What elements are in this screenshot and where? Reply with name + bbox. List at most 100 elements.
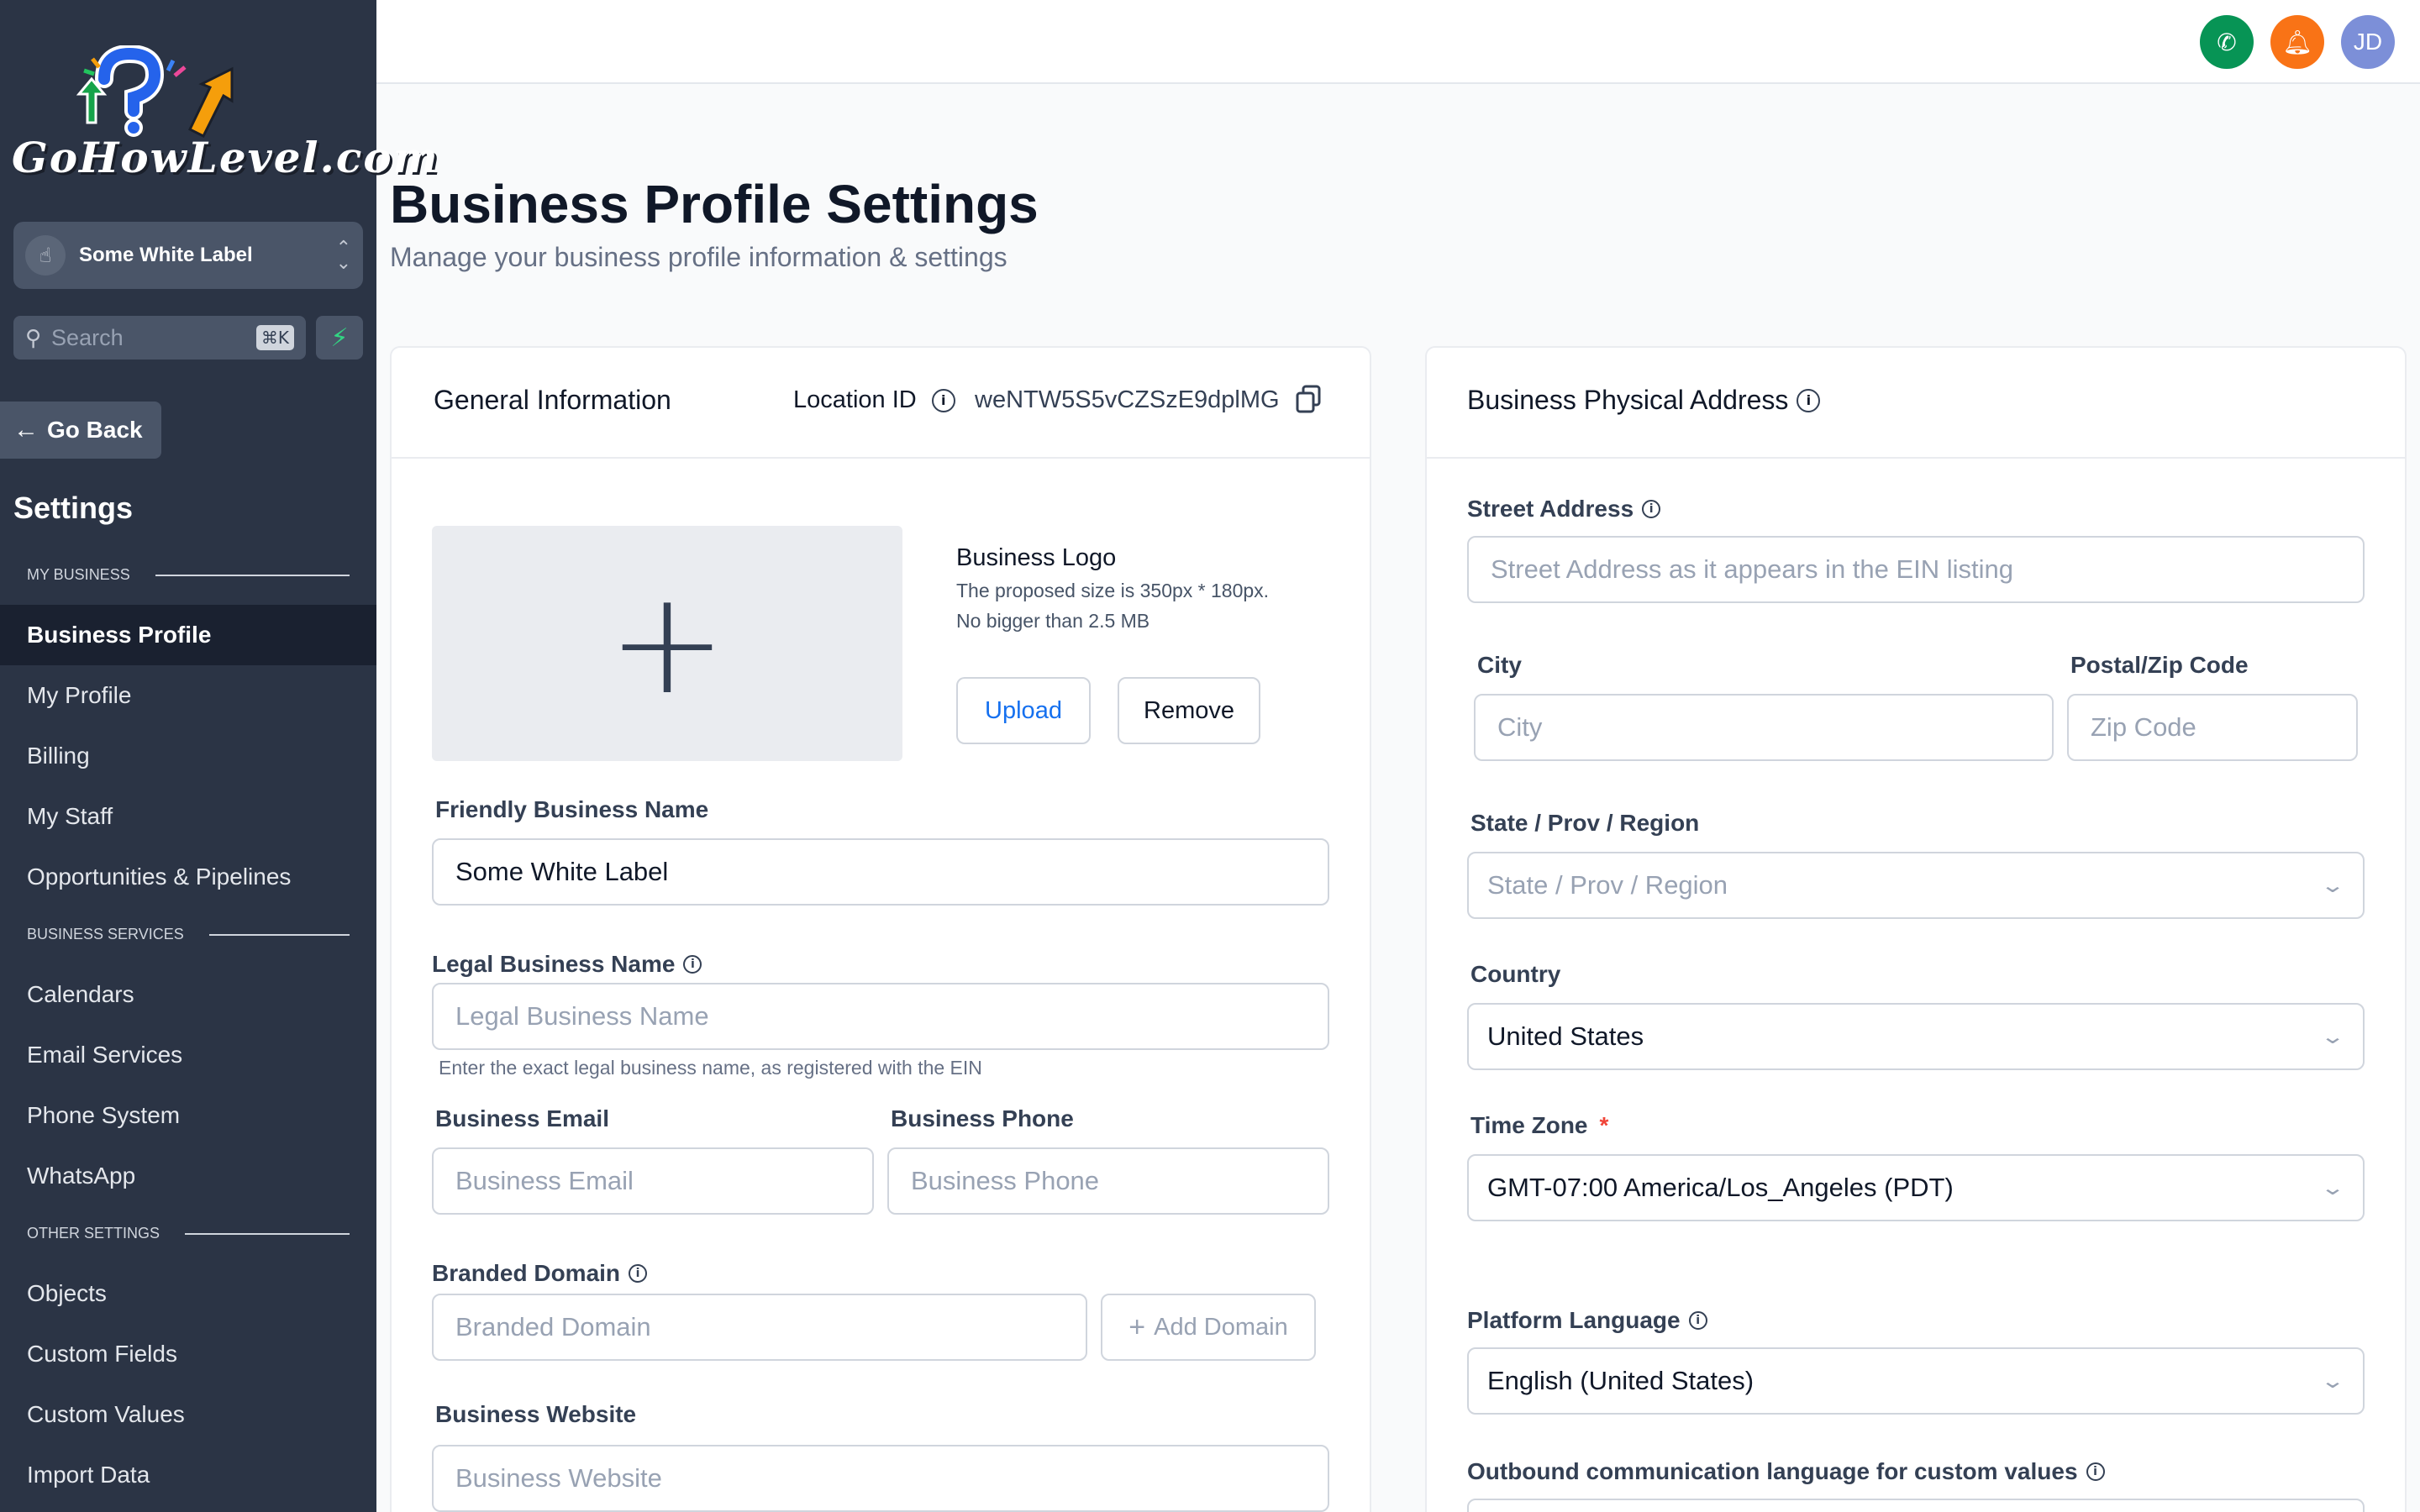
city-input[interactable]: City: [1474, 694, 2054, 761]
business-address-title: Business Physical Address i: [1467, 385, 1821, 416]
logo-text: GoHowLevel.com: [12, 133, 439, 182]
country-select[interactable]: United States ⌄: [1467, 1003, 2365, 1070]
zip-code-label: Postal/Zip Code: [2070, 652, 2249, 678]
location-id-label: Location ID i: [793, 386, 955, 414]
info-icon: i: [683, 955, 702, 974]
sidebar-item-custom-fields[interactable]: Custom Fields: [0, 1324, 376, 1384]
chevron-down-icon: ⌄: [2319, 1370, 2346, 1393]
section-heading-business-services: BUSINESS SERVICES: [27, 926, 350, 943]
location-id-value: weNTW5S5vCZSzE9dplMG: [975, 386, 1280, 413]
required-marker: *: [1599, 1112, 1609, 1138]
business-phone-input[interactable]: Business Phone: [887, 1147, 1329, 1215]
card-header: Business Physical Address i: [1427, 348, 2405, 459]
page-title: Business Profile Settings: [390, 174, 1039, 234]
logo-upload-area[interactable]: +: [432, 526, 902, 761]
quick-actions-button[interactable]: ⚡: [316, 316, 363, 360]
go-back-button[interactable]: ← Go Back: [0, 402, 161, 459]
logo-size-hint: The proposed size is 350px * 180px.: [956, 580, 1270, 601]
go-back-label: Go Back: [47, 417, 143, 443]
sidebar-item-calendars[interactable]: Calendars: [0, 964, 376, 1025]
info-icon: i: [1642, 500, 1661, 518]
info-icon: i: [1797, 388, 1821, 412]
country-select-value: United States: [1487, 1021, 1644, 1051]
notifications-button[interactable]: 🔔︎: [2270, 15, 2324, 69]
section-heading-other-settings: OTHER SETTINGS: [27, 1225, 350, 1242]
platform-language-select[interactable]: English (United States) ⌄: [1467, 1347, 2365, 1415]
arrow-left-icon: ←: [13, 416, 39, 444]
chevron-up-down-icon: ⌃ ⌄: [335, 237, 351, 273]
sidebar-item-business-profile[interactable]: Business Profile: [0, 605, 376, 665]
general-information-title: General Information: [434, 385, 671, 415]
business-logo-label: Business Logo: [956, 544, 1117, 571]
country-label: Country: [1470, 961, 1561, 987]
avatar[interactable]: JD: [2341, 15, 2395, 69]
phone-button[interactable]: ✆: [2200, 15, 2254, 69]
platform-language-label: Platform Language i: [1467, 1307, 1707, 1334]
friendly-business-name-label: Friendly Business Name: [435, 796, 709, 822]
phone-icon: ✆: [2217, 29, 2237, 55]
search-placeholder: Search: [51, 324, 124, 350]
add-domain-label: Add Domain: [1154, 1313, 1288, 1341]
business-phone-label: Business Phone: [891, 1105, 1074, 1131]
sidebar-item-my-staff[interactable]: My Staff: [0, 786, 376, 847]
sidebar-item-my-profile[interactable]: My Profile: [0, 665, 376, 726]
time-zone-select[interactable]: GMT-07:00 America/Los_Angeles (PDT) ⌄: [1467, 1154, 2365, 1221]
sidebar-item-whatsapp[interactable]: WhatsApp: [0, 1146, 376, 1206]
state-select[interactable]: State / Prov / Region ⌄: [1467, 852, 2365, 919]
sidebar-item-custom-values[interactable]: Custom Values: [0, 1384, 376, 1445]
remove-button[interactable]: Remove: [1118, 677, 1260, 744]
friendly-business-name-input[interactable]: Some White Label: [432, 838, 1329, 906]
page-subtitle: Manage your business profile information…: [390, 242, 1007, 272]
business-email-input[interactable]: Business Email: [432, 1147, 874, 1215]
bell-icon: 🔔︎: [2282, 29, 2312, 55]
plus-icon: +: [1128, 1310, 1146, 1343]
plus-icon: +: [607, 560, 728, 727]
sidebar-item-opportunities-pipelines[interactable]: Opportunities & Pipelines: [0, 847, 376, 907]
business-website-input[interactable]: Business Website: [432, 1445, 1329, 1512]
sidebar-item-email-services[interactable]: Email Services: [0, 1025, 376, 1085]
logo-weight-hint: No bigger than 2.5 MB: [956, 610, 1150, 632]
section-heading-my-business: MY BUSINESS: [27, 566, 350, 584]
time-zone-select-value: GMT-07:00 America/Los_Angeles (PDT): [1487, 1173, 1954, 1202]
chevron-down-icon: ⌄: [2319, 1177, 2346, 1200]
copy-icon[interactable]: [1296, 385, 1321, 413]
city-label: City: [1477, 652, 1522, 678]
bolt-icon: ⚡: [330, 323, 349, 352]
time-zone-label: Time Zone *: [1470, 1112, 1609, 1138]
street-address-label: Street Address i: [1467, 496, 1661, 522]
search-icon: ⚲: [25, 324, 42, 350]
info-icon: i: [629, 1264, 648, 1283]
top-bar: ✆ 🔔︎ JD: [376, 0, 2420, 84]
business-website-label: Business Website: [435, 1401, 637, 1427]
logo-graphic-icon: [76, 45, 234, 138]
pointer-icon: ☝: [25, 235, 66, 276]
sidebar-item-phone-system[interactable]: Phone System: [0, 1085, 376, 1146]
sidebar-item-objects[interactable]: Objects: [0, 1263, 376, 1324]
state-select-value: State / Prov / Region: [1487, 870, 1728, 900]
search-input[interactable]: ⚲ Search ⌘K: [13, 316, 306, 360]
legal-business-name-input[interactable]: Legal Business Name: [432, 983, 1329, 1050]
workspace-switcher[interactable]: ☝ Some White Label ⌃ ⌄: [13, 222, 363, 289]
chevron-down-icon: ⌄: [2319, 1026, 2346, 1048]
legal-business-name-label: Legal Business Name i: [432, 951, 702, 978]
sidebar-item-billing[interactable]: Billing: [0, 726, 376, 786]
street-address-input[interactable]: Street Address as it appears in the EIN …: [1467, 536, 2365, 603]
branded-domain-label: Branded Domain i: [432, 1260, 648, 1287]
workspace-name: Some White Label: [79, 244, 253, 266]
outbound-language-label: Outbound communication language for cust…: [1467, 1458, 2105, 1485]
info-icon: i: [1688, 1311, 1707, 1330]
zip-code-input[interactable]: Zip Code: [2067, 694, 2358, 761]
business-email-label: Business Email: [435, 1105, 609, 1131]
outbound-language-select[interactable]: [1467, 1499, 2365, 1512]
branded-domain-input[interactable]: Branded Domain: [432, 1294, 1087, 1361]
info-icon: i: [2086, 1462, 2105, 1481]
legal-name-helper: Enter the exact legal business name, as …: [439, 1057, 982, 1079]
add-domain-button[interactable]: + Add Domain: [1101, 1294, 1316, 1361]
state-label: State / Prov / Region: [1470, 810, 1700, 836]
chevron-down-icon: ⌄: [2319, 874, 2346, 897]
search-shortcut: ⌘K: [255, 325, 294, 350]
upload-button[interactable]: Upload: [956, 677, 1091, 744]
sidebar-item-import-data[interactable]: Import Data: [0, 1445, 376, 1505]
sidebar: GoHowLevel.com ☝ Some White Label ⌃ ⌄ ⚲ S…: [0, 0, 439, 1512]
brand-logo[interactable]: GoHowLevel.com: [12, 45, 439, 185]
